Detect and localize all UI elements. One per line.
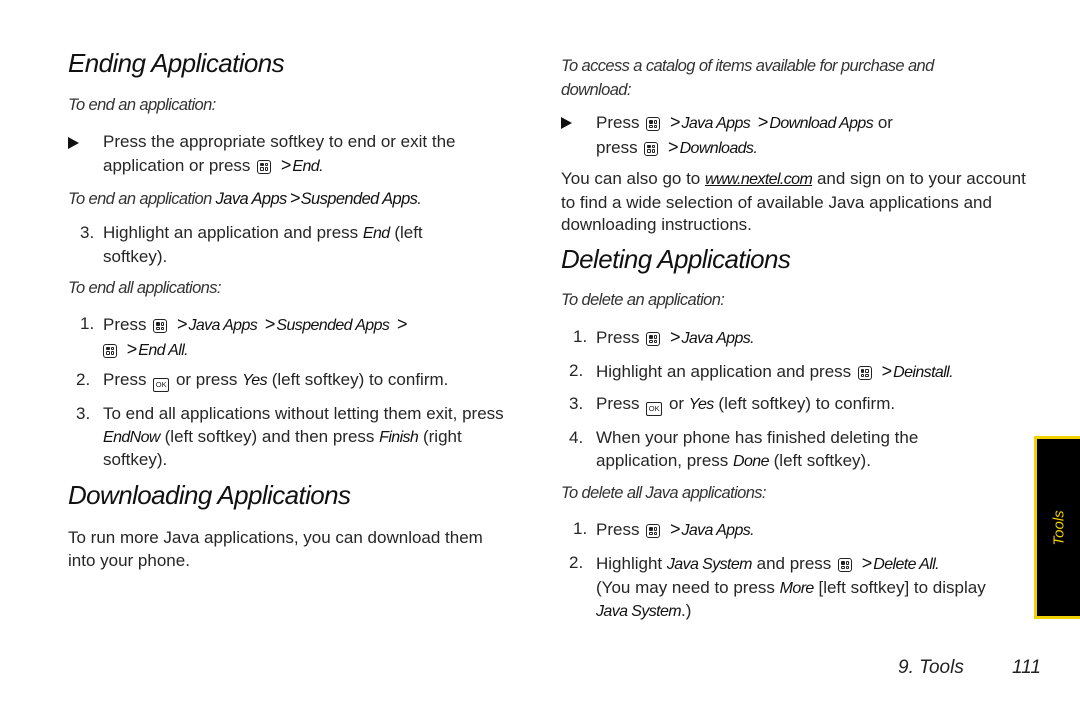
- list-item-delete-2: 2. Highlight an application and press >D…: [569, 361, 954, 381]
- subheading-end-suspended: To end an application Java Apps >Suspende…: [68, 188, 422, 208]
- heading-deleting-applications: Deleting Applications: [561, 244, 791, 274]
- subheading-delete-all: To delete all Java applications:: [561, 484, 767, 502]
- ok-key-icon: OK: [153, 378, 170, 392]
- menu-key-icon: [857, 366, 872, 380]
- menu-key-icon: [257, 159, 272, 174]
- menu-key-icon: [646, 524, 661, 538]
- heading-downloading-applications: Downloading Applications: [68, 480, 351, 510]
- nextel-link[interactable]: www.nextel.com: [705, 171, 813, 188]
- list-item-delete-4: 4. When your phone has finished deleting…: [569, 428, 919, 470]
- menu-key-icon: [103, 343, 117, 358]
- menu-key-icon: [153, 319, 168, 333]
- ok-key-icon: OK: [646, 402, 663, 416]
- list-item-end-all-3: 3. To end all applications without letti…: [76, 404, 504, 469]
- footer-page-number: 111: [1012, 657, 1041, 678]
- list-item-step-3: 3. Highlight an application and press En…: [80, 223, 423, 266]
- section-tab-label: Tools: [1050, 509, 1067, 546]
- list-item-delete-all-1: 1. Press >Java Apps.: [573, 519, 755, 539]
- list-item-catalog-bullet: Press >Java Apps >Download Apps or press…: [561, 111, 1001, 160]
- menu-path-end: End: [292, 157, 320, 175]
- heading-ending-applications: Ending Applications: [68, 48, 285, 78]
- list-item-end-all-1: 1. Press >Java Apps >Suspended Apps > >E…: [80, 314, 408, 359]
- bullet-arrow-icon: [561, 117, 572, 129]
- list-item-delete-3: 3. Press OK or Yes (left softkey) to con…: [561, 393, 1021, 417]
- subheading-end-all: To end all applications:: [68, 279, 221, 297]
- also-paragraph: You can also go to www.nextel.com and si…: [561, 169, 1026, 234]
- footer-section-title: 9. Tools: [898, 657, 964, 678]
- menu-key-icon: [838, 558, 853, 572]
- subheading-end-an-application: To end an application:: [68, 96, 216, 114]
- list-item-end-all-2: 2. Press OK or press Yes (left softkey) …: [68, 369, 508, 393]
- subheading-catalog: To access a catalog of items available f…: [561, 57, 934, 99]
- menu-key-icon: [644, 141, 659, 156]
- menu-key-icon: [646, 332, 661, 346]
- subheading-delete-an-application: To delete an application:: [561, 291, 725, 309]
- menu-key-icon: [646, 117, 661, 131]
- list-item-delete-1: 1. Press >Java Apps.: [573, 327, 755, 347]
- downloading-paragraph: To run more Java applications, you can d…: [68, 528, 483, 570]
- list-item-end-bullet: Press the appropriate softkey to end or …: [68, 131, 508, 178]
- list-item-delete-all-2: 2. Highlight Java System and press >Dele…: [569, 553, 986, 620]
- bullet-arrow-icon: [68, 137, 79, 149]
- section-tab-tools[interactable]: Tools: [1034, 436, 1080, 619]
